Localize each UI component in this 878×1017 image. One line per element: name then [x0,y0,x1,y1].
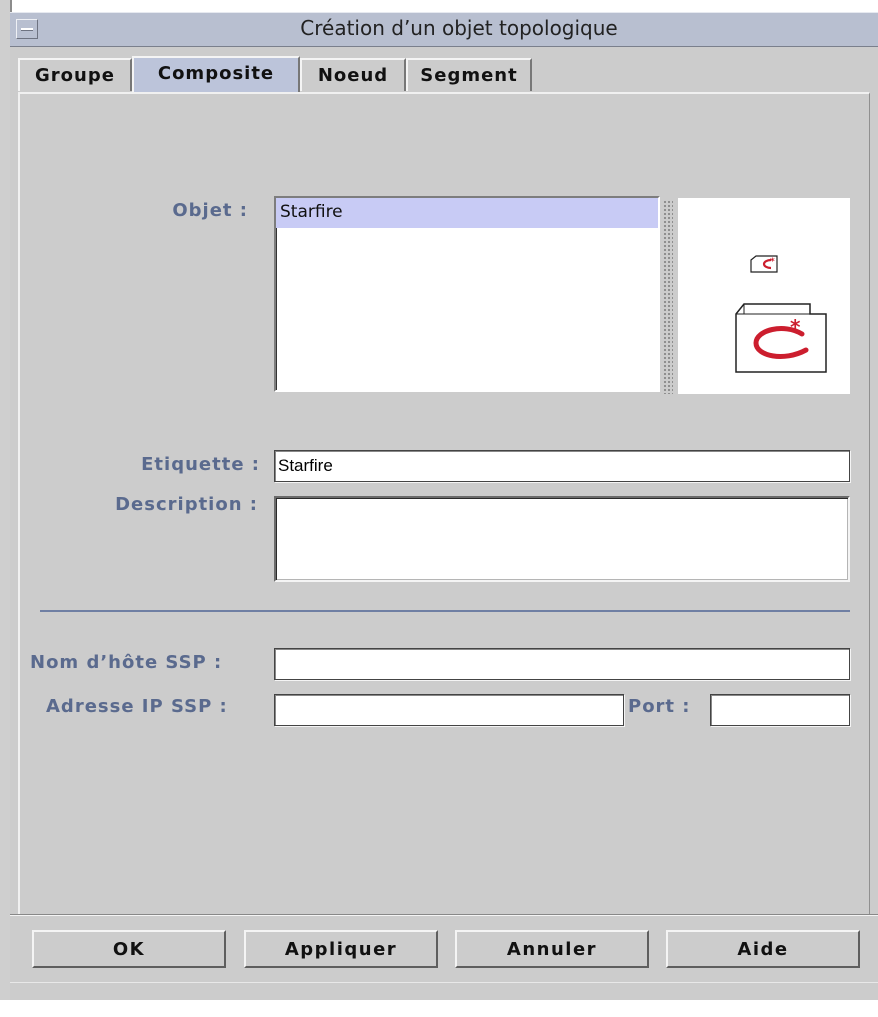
port-label: Port : [628,696,691,717]
dialog-window: Création d’un objet topologique Groupe C… [10,12,878,1000]
tab-groupe[interactable]: Groupe [18,58,132,91]
starfire-preview-graphic: * * [735,255,827,373]
starfire-folder-icon-small: * [750,255,778,273]
apply-button[interactable]: Appliquer [244,930,438,968]
objet-list[interactable]: Starfire [274,196,660,392]
hostname-label: Nom d’hôte SSP : [30,652,223,673]
tab-segment[interactable]: Segment [406,58,532,91]
button-bar-divider [10,914,878,916]
svg-text:*: * [790,315,801,339]
etiquette-field[interactable]: Starfire [274,450,850,482]
ip-address-label: Adresse IP SSP : [46,696,228,717]
cancel-button[interactable]: Annuler [455,930,649,968]
etiquette-label: Etiquette : [141,454,260,475]
svg-text:*: * [770,257,775,267]
window-title: Création d’un objet topologique [300,16,618,40]
tab-noeud[interactable]: Noeud [300,58,406,91]
list-item[interactable]: Starfire [276,198,658,228]
help-button[interactable]: Aide [666,930,860,968]
section-divider [40,610,850,612]
window-footer [10,982,878,1000]
description-field[interactable] [274,496,850,582]
description-label: Description : [115,494,258,515]
starfire-folder-icon-large: * [735,303,827,373]
tab-composite[interactable]: Composite [132,56,300,92]
title-bar[interactable]: Création d’un objet topologique [10,12,878,47]
window-menu-icon [21,28,33,31]
port-field[interactable] [710,694,850,726]
icon-preview: * * [678,198,850,394]
ok-button[interactable]: OK [32,930,226,968]
window-menu-button[interactable] [16,19,38,39]
ip-address-field[interactable] [274,694,624,726]
objet-label: Objet : [172,200,248,221]
list-splitter-handle[interactable] [663,200,673,394]
hostname-field[interactable] [274,648,850,680]
